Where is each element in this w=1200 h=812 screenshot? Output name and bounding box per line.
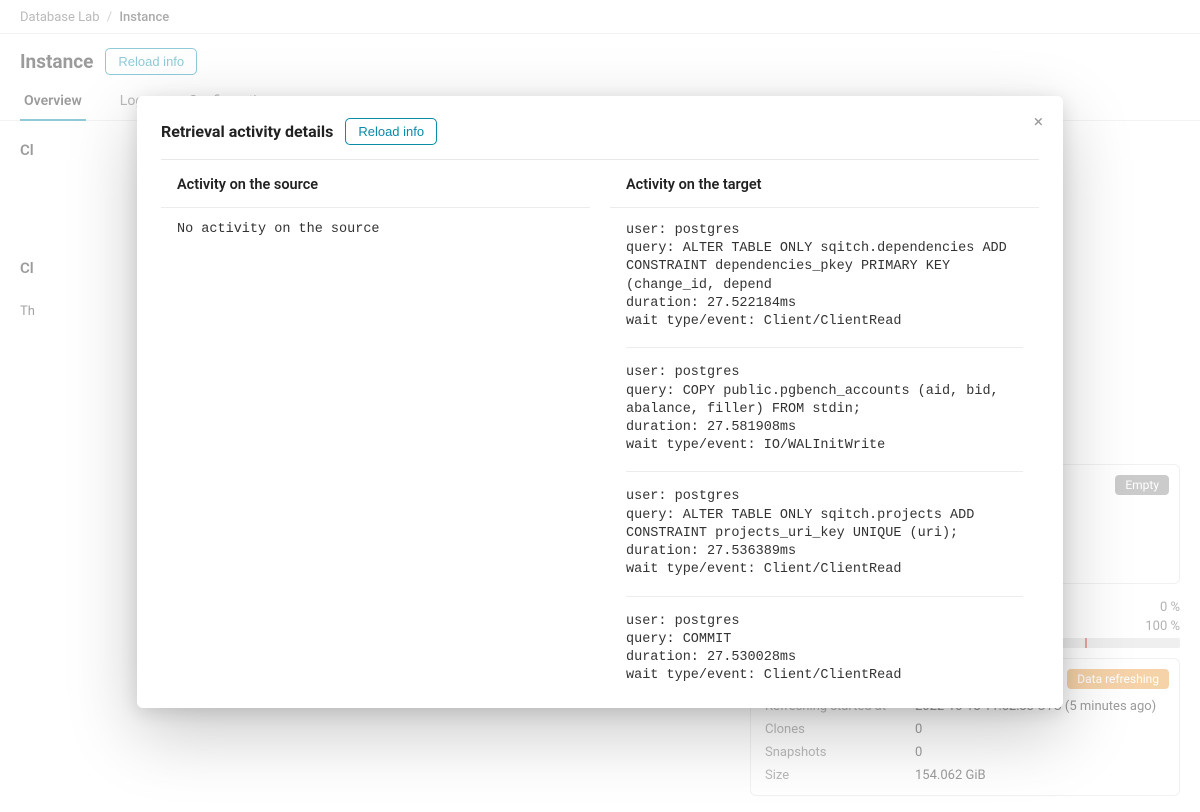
activity-target-entry: user: postgres query: ALTER TABLE ONLY s…: [626, 488, 1023, 596]
activity-source-header: Activity on the source: [161, 160, 590, 208]
modal-retrieval-activity: × Retrieval activity details Reload info…: [137, 96, 1063, 708]
activity-target-header: Activity on the target: [610, 160, 1039, 208]
activity-target-entry: user: postgres query: COMMIT duration: 2…: [626, 613, 1023, 702]
modal-title-row: Retrieval activity details Reload info: [161, 118, 1039, 160]
activity-target-entry: user: postgres query: COPY public.pgbenc…: [626, 364, 1023, 472]
modal-reload-button[interactable]: Reload info: [345, 118, 437, 145]
activity-target-col: Activity on the target user: postgres qu…: [610, 160, 1039, 701]
activity-target-entry: user: postgres query: ALTER TABLE ONLY s…: [626, 222, 1023, 348]
close-icon[interactable]: ×: [1034, 114, 1043, 131]
modal-title: Retrieval activity details: [161, 122, 333, 141]
activity-source-none: No activity on the source: [177, 222, 574, 237]
modal-overlay[interactable]: × Retrieval activity details Reload info…: [0, 0, 1200, 803]
activity-columns: Activity on the source No activity on th…: [161, 160, 1039, 701]
activity-target-body: user: postgres query: ALTER TABLE ONLY s…: [610, 208, 1039, 701]
activity-source-col: Activity on the source No activity on th…: [161, 160, 590, 701]
